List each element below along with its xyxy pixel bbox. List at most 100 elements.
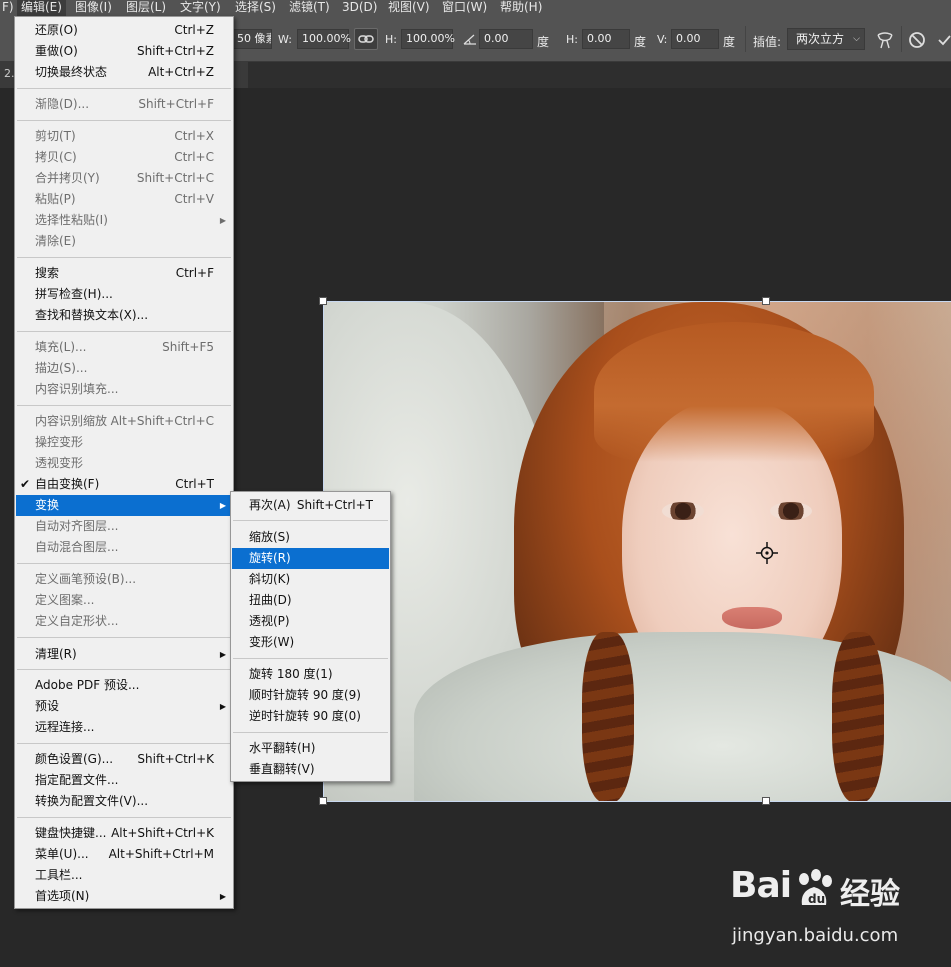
submenu-item-rotate-180[interactable]: 旋转 180 度(1) — [232, 664, 389, 685]
menu-separator — [17, 563, 231, 564]
menu-item-assign-profile[interactable]: 指定配置文件... — [16, 770, 232, 791]
submenu-item-rotate-90-cw[interactable]: 顺时针旋转 90 度(9) — [232, 685, 389, 706]
menu-item-spell-check[interactable]: 拼写检查(H)... — [16, 284, 232, 305]
canvas-image[interactable] — [324, 302, 951, 802]
menu-item-copy-merged[interactable]: 合并拷贝(Y) Shift+Ctrl+C — [16, 168, 232, 189]
menu-item-shortcut: Alt+Shift+Ctrl+K — [111, 826, 214, 840]
menu-item-auto-align-layers[interactable]: 自动对齐图层... — [16, 516, 232, 537]
transform-handle-top[interactable] — [762, 297, 770, 305]
menu-item-content-aware-fill[interactable]: 内容识别填充... — [16, 379, 232, 400]
skew-h-field[interactable]: 0.00 — [582, 29, 630, 49]
menu-item-copy[interactable]: 拷贝(C) Ctrl+C — [16, 147, 232, 168]
menu-item-define-shape[interactable]: 定义自定形状... — [16, 611, 232, 632]
menu-item-remote-connections[interactable]: 远程连接... — [16, 717, 232, 738]
menu-item-puppet-warp[interactable]: 操控变形 — [16, 432, 232, 453]
menu-item-search[interactable]: 搜索 Ctrl+F — [16, 263, 232, 284]
width-field[interactable]: 100.00% — [297, 29, 351, 49]
submenu-item-skew[interactable]: 斜切(K) — [232, 569, 389, 590]
reference-point-icon[interactable] — [756, 542, 778, 564]
interpolation-value: 两次立方 — [796, 32, 845, 46]
angle-field[interactable]: 0.00 — [479, 29, 533, 49]
menu-item-clear[interactable]: 清除(E) — [16, 231, 232, 252]
menu-item-label: 操控变形 — [35, 435, 84, 449]
menu-item-toolbar[interactable]: 工具栏... — [16, 865, 232, 886]
submenu-item-again[interactable]: 再次(A) Shift+Ctrl+T — [232, 495, 389, 516]
submenu-item-scale[interactable]: 缩放(S) — [232, 527, 389, 548]
submenu-arrow-icon: ▶ — [219, 501, 226, 510]
menu-item-label: Adobe PDF 预设... — [35, 678, 140, 692]
menu-item-stroke[interactable]: 描边(S)... — [16, 358, 232, 379]
width-label: W: — [278, 33, 292, 46]
skew-h-unit: 度 — [634, 35, 647, 49]
interpolation-select[interactable]: 两次立方 ⌵ — [787, 28, 865, 50]
menu-select[interactable]: 选择(S) — [231, 0, 280, 16]
menu-item-shortcut: Ctrl+V — [174, 192, 214, 206]
menu-item-label: 定义画笔预设(B)... — [35, 572, 137, 586]
menu-item-paste[interactable]: 粘贴(P) Ctrl+V — [16, 189, 232, 210]
menu-item-free-transform[interactable]: ✔ 自由变换(F) Ctrl+T — [16, 474, 232, 495]
menu-image[interactable]: 图像(I) — [71, 0, 116, 16]
menu-item-perspective-warp[interactable]: 透视变形 — [16, 453, 232, 474]
menu-item-color-settings[interactable]: 颜色设置(G)... Shift+Ctrl+K — [16, 749, 232, 770]
menu-filter[interactable]: 滤镜(T) — [285, 0, 334, 16]
menu-view[interactable]: 视图(V) — [384, 0, 434, 16]
menu-item-fill[interactable]: 填充(L)... Shift+F5 — [16, 337, 232, 358]
menu-file[interactable]: F) — [0, 0, 18, 16]
skew-v-field[interactable]: 0.00 — [671, 29, 719, 49]
submenu-item-flip-horizontal[interactable]: 水平翻转(H) — [232, 738, 389, 759]
toolbar-divider — [745, 26, 746, 52]
menu-item-menus[interactable]: 菜单(U)... Alt+Shift+Ctrl+M — [16, 844, 232, 865]
warp-mode-icon[interactable] — [875, 30, 895, 50]
menu-item-label: 扭曲(D) — [249, 593, 292, 607]
menu-item-label: 填充(L)... — [35, 340, 87, 354]
checkmark-icon: ✔ — [20, 477, 31, 491]
menu-item-redo[interactable]: 重做(O) Shift+Ctrl+Z — [16, 41, 232, 62]
menu-item-label: 合并拷贝(Y) — [35, 171, 100, 185]
submenu-item-distort[interactable]: 扭曲(D) — [232, 590, 389, 611]
menu-3d[interactable]: 3D(D) — [338, 0, 381, 16]
submenu-item-flip-vertical[interactable]: 垂直翻转(V) — [232, 759, 389, 780]
menu-item-fade[interactable]: 渐隐(D)... Shift+Ctrl+F — [16, 94, 232, 115]
position-field[interactable]: 50 像素 — [232, 29, 272, 49]
menu-item-content-aware-scale[interactable]: 内容识别缩放 Alt+Shift+Ctrl+C — [16, 411, 232, 432]
menu-item-auto-blend-layers[interactable]: 自动混合图层... — [16, 537, 232, 558]
skew-v-unit: 度 — [723, 35, 736, 49]
menu-item-convert-profile[interactable]: 转换为配置文件(V)... — [16, 791, 232, 812]
menu-item-paste-special[interactable]: 选择性粘贴(I) ▶ — [16, 210, 232, 231]
menu-type[interactable]: 文字(Y) — [176, 0, 225, 16]
submenu-item-rotate-90-ccw[interactable]: 逆时针旋转 90 度(0) — [232, 706, 389, 727]
menu-item-label: 选择性粘贴(I) — [35, 213, 108, 227]
menu-item-label: 内容识别缩放 — [35, 414, 108, 428]
menu-separator — [17, 88, 231, 89]
menu-item-cut[interactable]: 剪切(T) Ctrl+X — [16, 126, 232, 147]
menu-item-keyboard-shortcuts[interactable]: 键盘快捷键... Alt+Shift+Ctrl+K — [16, 823, 232, 844]
submenu-item-rotate[interactable]: 旋转(R) — [232, 548, 389, 569]
commit-transform-icon[interactable] — [937, 33, 951, 47]
menu-layer[interactable]: 图层(L) — [122, 0, 170, 16]
menu-item-shortcut: Shift+Ctrl+F — [138, 97, 214, 111]
menu-help[interactable]: 帮助(H) — [496, 0, 546, 16]
menu-item-pdf-presets[interactable]: Adobe PDF 预设... — [16, 675, 232, 696]
menu-item-transform[interactable]: 变换 ▶ — [16, 495, 232, 516]
transform-handle-bottom[interactable] — [762, 797, 770, 805]
menu-item-define-pattern[interactable]: 定义图案... — [16, 590, 232, 611]
menu-edit[interactable]: 编辑(E) — [17, 0, 66, 16]
menu-item-presets[interactable]: 预设 ▶ — [16, 696, 232, 717]
menu-item-label: 变形(W) — [249, 635, 295, 649]
menu-item-toggle-last-state[interactable]: 切换最终状态 Alt+Ctrl+Z — [16, 62, 232, 83]
submenu-item-warp[interactable]: 变形(W) — [232, 632, 389, 653]
photo-bangs — [594, 322, 874, 462]
menu-item-preferences[interactable]: 首选项(N) ▶ — [16, 886, 232, 907]
menu-item-label: 清理(R) — [35, 647, 77, 661]
transform-handle-bottom-left[interactable] — [319, 797, 327, 805]
cancel-transform-icon[interactable] — [908, 31, 926, 49]
transform-handle-top-left[interactable] — [319, 297, 327, 305]
menu-item-define-brush[interactable]: 定义画笔预设(B)... — [16, 569, 232, 590]
link-aspect-button[interactable] — [354, 28, 378, 50]
menu-item-undo[interactable]: 还原(O) Ctrl+Z — [16, 20, 232, 41]
submenu-item-perspective[interactable]: 透视(P) — [232, 611, 389, 632]
menu-item-find-replace[interactable]: 查找和替换文本(X)... — [16, 305, 232, 326]
menu-window[interactable]: 窗口(W) — [438, 0, 491, 16]
menu-item-purge[interactable]: 清理(R) ▶ — [16, 644, 232, 665]
height-field[interactable]: 100.00% — [401, 29, 455, 49]
